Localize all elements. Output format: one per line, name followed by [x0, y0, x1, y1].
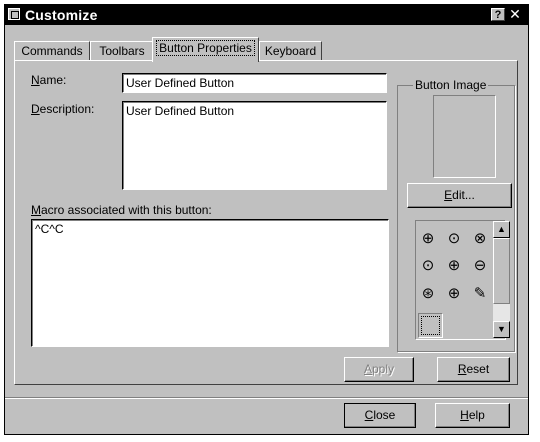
- name-field[interactable]: User Defined Button: [122, 73, 387, 93]
- icon-scrollbar[interactable]: ▲ ▼: [493, 221, 510, 338]
- description-label: Description:: [31, 102, 95, 116]
- title-bar: Customize ? ✕: [5, 5, 528, 25]
- description-field[interactable]: User Defined Button: [122, 101, 387, 190]
- close-button[interactable]: Close: [344, 403, 416, 428]
- scroll-thumb[interactable]: [493, 238, 510, 304]
- zoom-dynamic-icon[interactable]: ⊙: [444, 229, 464, 249]
- pan-icon[interactable]: ⊕: [444, 284, 464, 304]
- name-label: Name:: [31, 73, 67, 87]
- scroll-down-icon[interactable]: ▼: [493, 321, 510, 338]
- help-title-button[interactable]: ?: [491, 8, 505, 21]
- zoom-out-icon[interactable]: ⊖: [470, 256, 490, 276]
- help-button[interactable]: Help: [435, 403, 510, 428]
- tab-button-properties[interactable]: Button Properties: [152, 37, 259, 62]
- button-image-preview: [433, 95, 496, 178]
- zoom-all-icon[interactable]: ⊛: [418, 284, 438, 304]
- zoom-in-icon[interactable]: ⊕: [444, 256, 464, 276]
- zoom-center-icon[interactable]: ⊙: [418, 256, 438, 276]
- tab-commands[interactable]: Commands: [14, 41, 90, 61]
- edit-button[interactable]: Edit...: [407, 183, 512, 208]
- apply-button[interactable]: Apply: [344, 357, 414, 382]
- scroll-up-icon[interactable]: ▲: [493, 221, 510, 238]
- reset-button[interactable]: Reset: [437, 357, 510, 382]
- app-icon: [8, 8, 20, 20]
- macro-label: Macro associated with this button:: [31, 203, 212, 217]
- footer-divider: [5, 397, 528, 399]
- zoom-extents-icon[interactable]: ⊗: [470, 229, 490, 249]
- empty-icon-slot[interactable]: [418, 313, 443, 338]
- button-image-label: Button Image: [413, 78, 489, 92]
- pencil-icon[interactable]: ✎: [470, 284, 490, 304]
- tab-keyboard[interactable]: Keyboard: [259, 41, 322, 61]
- customize-dialog: Customize ? ✕ Commands Toolbars Button P…: [4, 4, 529, 435]
- macro-field[interactable]: ^C^C: [31, 219, 389, 347]
- window-title: Customize: [25, 7, 98, 23]
- zoom-window-icon[interactable]: ⊕: [418, 229, 438, 249]
- close-title-button[interactable]: ✕: [508, 7, 522, 21]
- tab-toolbars[interactable]: Toolbars: [90, 41, 154, 61]
